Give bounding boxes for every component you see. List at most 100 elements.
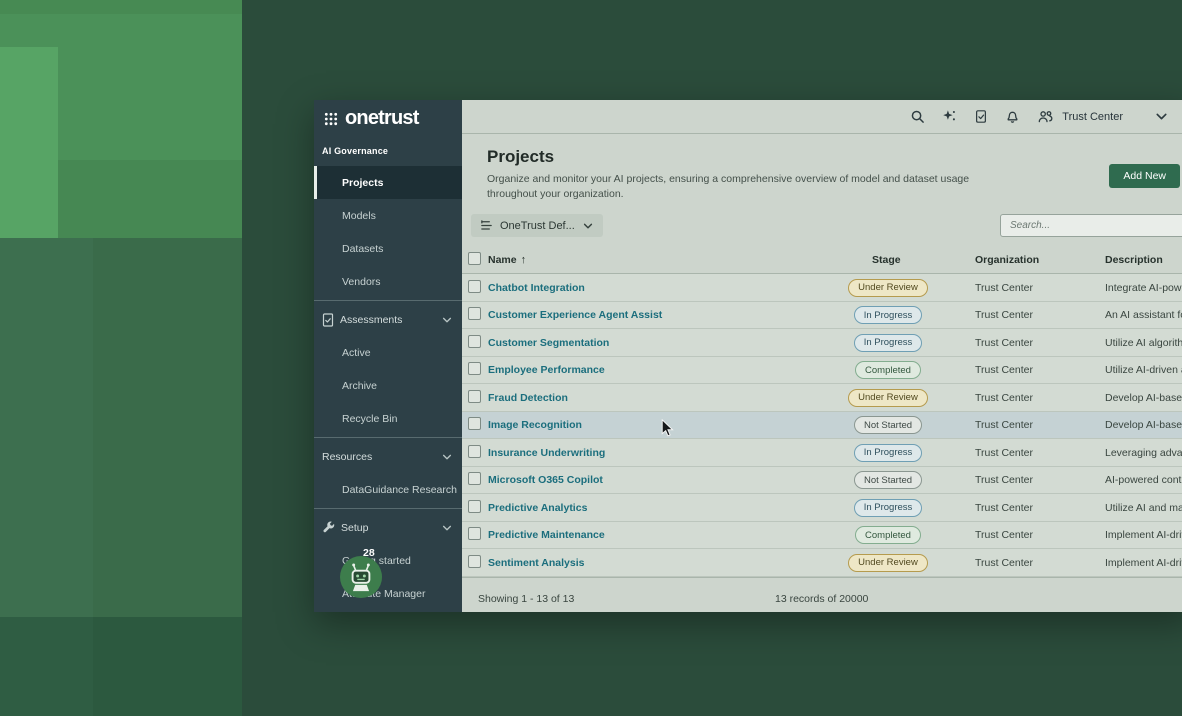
organization-cell: Trust Center xyxy=(953,392,1104,404)
mosaic-block xyxy=(0,238,93,617)
organization-cell: Trust Center xyxy=(953,282,1104,294)
org-switcher-label: Trust Center xyxy=(1062,111,1123,123)
row-checkbox[interactable] xyxy=(468,445,481,458)
table-row[interactable]: Insurance Underwriting In Progress Trust… xyxy=(462,439,1182,467)
project-name-link[interactable]: Image Recognition xyxy=(488,419,823,431)
record-count: 13 records of 20000 xyxy=(775,593,868,605)
table-row[interactable]: Predictive Maintenance Completed Trust C… xyxy=(462,522,1182,550)
organization-cell: Trust Center xyxy=(953,529,1104,541)
project-name-link[interactable]: Insurance Underwriting xyxy=(488,447,823,459)
sidebar-item-archive[interactable]: Archive xyxy=(314,369,462,402)
project-name-link[interactable]: Microsoft O365 Copilot xyxy=(488,474,823,486)
sidebar-item-workflows[interactable]: Workflows xyxy=(314,610,462,612)
stage-badge: In Progress xyxy=(854,499,923,517)
table-row[interactable]: Customer Segmentation In Progress Trust … xyxy=(462,329,1182,357)
sidebar-item-vendors[interactable]: Vendors xyxy=(314,265,462,298)
sidebar-group-label: Setup xyxy=(341,522,368,534)
row-checkbox[interactable] xyxy=(468,280,481,293)
sidebar-group-resources[interactable]: Resources xyxy=(314,440,462,473)
sidebar-group-label: Resources xyxy=(322,451,372,463)
description-cell: Implement AI-driven xyxy=(1104,557,1182,569)
table-row[interactable]: Fraud Detection Under Review Trust Cente… xyxy=(462,384,1182,412)
sidebar-item-datasets[interactable]: Datasets xyxy=(314,232,462,265)
select-all-checkbox[interactable] xyxy=(468,252,481,265)
sort-lines-icon xyxy=(480,219,493,232)
column-header-description[interactable]: Description xyxy=(1104,254,1182,266)
table-row[interactable]: Employee Performance Completed Trust Cen… xyxy=(462,357,1182,385)
sidebar-nav: ProjectsModelsDatasetsVendors Assessments… xyxy=(314,166,462,612)
row-checkbox[interactable] xyxy=(468,362,481,375)
project-name-link[interactable]: Predictive Analytics xyxy=(488,502,823,514)
stage-badge: In Progress xyxy=(854,334,923,352)
table-row[interactable]: Customer Experience Agent Assist In Prog… xyxy=(462,302,1182,330)
column-header-stage[interactable]: Stage xyxy=(823,254,953,266)
row-checkbox[interactable] xyxy=(468,335,481,348)
table-row[interactable]: Microsoft O365 Copilot Not Started Trust… xyxy=(462,467,1182,495)
column-header-organization[interactable]: Organization xyxy=(953,254,1104,266)
add-new-button[interactable]: Add New xyxy=(1109,164,1180,188)
sidebar-group-label: Assessments xyxy=(340,314,402,326)
row-checkbox[interactable] xyxy=(468,390,481,403)
sort-ascending-icon: ↑ xyxy=(521,254,527,266)
sidebar-item-attribute-manager[interactable]: Attribute Manager xyxy=(314,577,462,610)
chevron-down-icon xyxy=(441,314,453,326)
table-row[interactable]: Chatbot Integration Under Review Trust C… xyxy=(462,274,1182,302)
row-checkbox[interactable] xyxy=(468,500,481,513)
logo: onetrust xyxy=(314,100,462,137)
project-name-link[interactable]: Customer Segmentation xyxy=(488,337,823,349)
assessments-icon xyxy=(322,313,334,327)
project-name-link[interactable]: Predictive Maintenance xyxy=(488,529,823,541)
mosaic-block xyxy=(93,238,242,617)
mosaic-block xyxy=(0,617,93,716)
project-name-link[interactable]: Sentiment Analysis xyxy=(488,557,823,569)
notifications-bell-icon[interactable] xyxy=(1005,109,1020,124)
chevron-down-icon xyxy=(441,522,453,534)
logo-text: onetrust xyxy=(345,107,419,130)
project-name-link[interactable]: Employee Performance xyxy=(488,364,823,376)
organization-cell: Trust Center xyxy=(953,474,1104,486)
topbar: Trust Center xyxy=(462,100,1182,134)
sidebar-item-active[interactable]: Active xyxy=(314,336,462,369)
table-row[interactable]: Sentiment Analysis Under Review Trust Ce… xyxy=(462,549,1182,577)
table-header: Name ↑ Stage Organization Description xyxy=(462,246,1182,274)
project-name-link[interactable]: Customer Experience Agent Assist xyxy=(488,309,823,321)
row-checkbox[interactable] xyxy=(468,307,481,320)
view-selector[interactable]: OneTrust Def... xyxy=(471,214,603,237)
search-icon[interactable] xyxy=(910,109,925,124)
row-checkbox[interactable] xyxy=(468,527,481,540)
stage-badge: Completed xyxy=(855,526,921,544)
description-cell: Leveraging advance xyxy=(1104,447,1182,459)
sidebar-item-recycle-bin[interactable]: Recycle Bin xyxy=(314,402,462,435)
project-name-link[interactable]: Chatbot Integration xyxy=(488,282,823,294)
document-check-icon[interactable] xyxy=(974,109,988,124)
app-grid-icon[interactable] xyxy=(324,112,338,126)
main-area: Trust Center Projects Organize and monit… xyxy=(462,100,1182,612)
organization-cell: Trust Center xyxy=(953,309,1104,321)
mosaic-block xyxy=(0,0,242,14)
sidebar-item-models[interactable]: Models xyxy=(314,199,462,232)
mosaic-block xyxy=(58,160,242,238)
column-header-name[interactable]: Name ↑ xyxy=(488,254,823,266)
sidebar: onetrust AI Governance ProjectsModelsDat… xyxy=(314,100,462,612)
org-switcher[interactable]: Trust Center xyxy=(1037,109,1123,124)
sidebar-item-projects[interactable]: Projects xyxy=(314,166,462,199)
stage-badge: In Progress xyxy=(854,444,923,462)
row-checkbox[interactable] xyxy=(468,417,481,430)
project-name-link[interactable]: Fraud Detection xyxy=(488,392,823,404)
sidebar-divider xyxy=(314,437,462,438)
sidebar-group-setup[interactable]: Setup xyxy=(314,511,462,544)
table-row[interactable]: Image Recognition Not Started Trust Cent… xyxy=(462,412,1182,440)
sidebar-group-assessments[interactable]: Assessments xyxy=(314,303,462,336)
table-row[interactable]: Predictive Analytics In Progress Trust C… xyxy=(462,494,1182,522)
stage-badge: In Progress xyxy=(854,306,923,324)
ai-sparkles-icon[interactable] xyxy=(942,109,957,124)
sidebar-item-getting-started[interactable]: Getting started xyxy=(314,544,462,577)
description-cell: Develop AI-based im xyxy=(1104,419,1182,431)
row-checkbox[interactable] xyxy=(468,472,481,485)
sidebar-item-dataguidance-research[interactable]: DataGuidance Research xyxy=(314,473,462,506)
row-checkbox[interactable] xyxy=(468,555,481,568)
organization-cell: Trust Center xyxy=(953,557,1104,569)
mosaic-block xyxy=(93,617,242,716)
chevron-down-icon[interactable] xyxy=(1154,109,1169,124)
search-input[interactable] xyxy=(1000,214,1182,237)
